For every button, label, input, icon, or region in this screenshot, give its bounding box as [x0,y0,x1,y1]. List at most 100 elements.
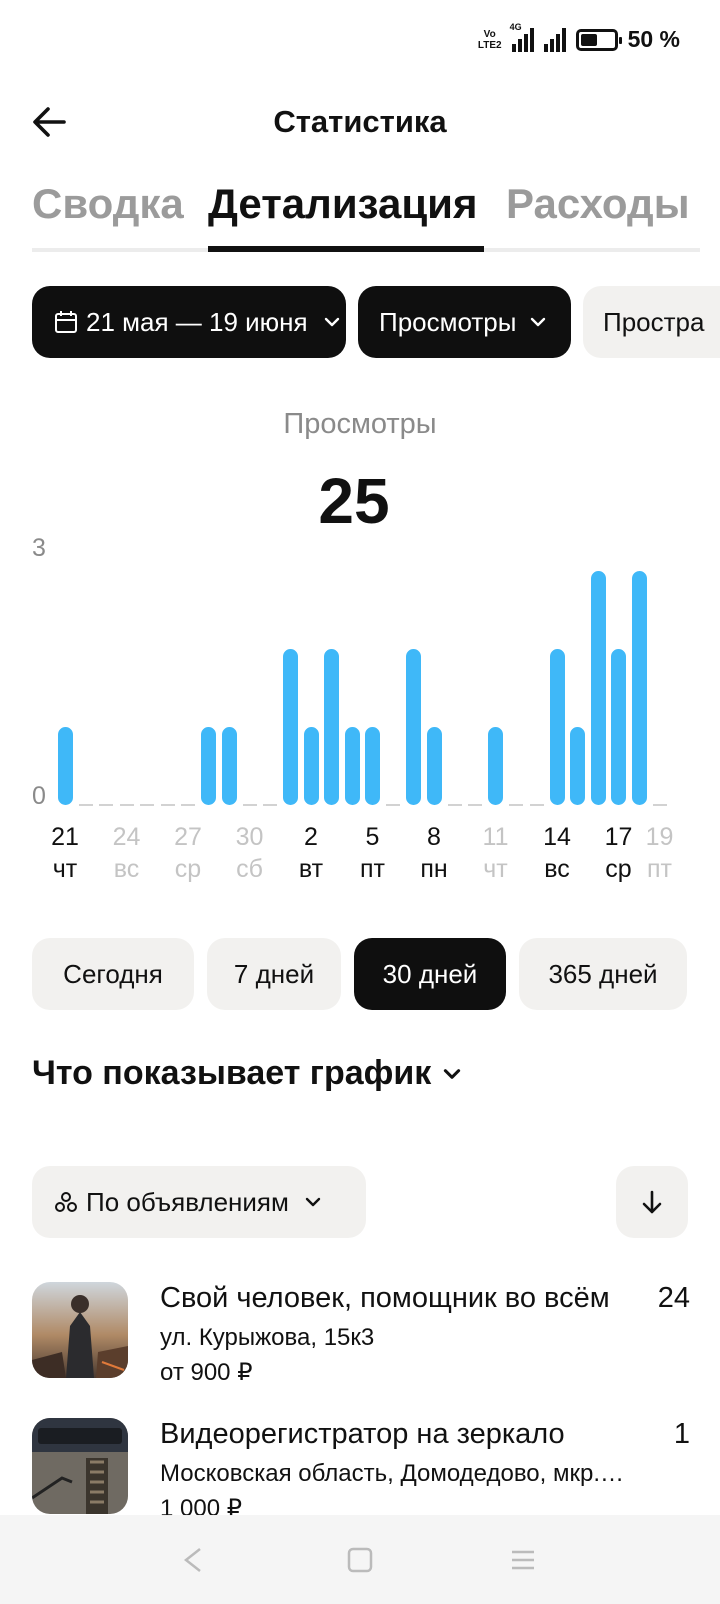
chart-bar[interactable] [488,727,503,805]
signal-4g-icon: 4G [510,22,534,52]
date-range-dropdown[interactable]: 21 мая — 19 июня [32,286,346,358]
x-axis-day: 5 [365,823,380,851]
date-range-label: 21 мая — 19 июня [86,306,308,337]
x-axis-weekday: вс [113,855,140,883]
chart-bar[interactable] [201,727,216,805]
chart-zero-dash [140,804,154,806]
listing-views: 1 [673,1418,690,1450]
chart-zero-dash [99,804,113,806]
listing-price: от 900 ₽ [160,1359,253,1386]
x-axis-weekday: вт [298,855,324,883]
metric-dropdown[interactable]: Просмотры [358,286,571,358]
chart-zero-dash [529,804,544,806]
x-axis-day: 21 [51,823,79,851]
extra-filter-label: Простра [603,306,705,337]
period-30-days-button[interactable]: 30 дней [354,938,506,1010]
nav-menu-icon[interactable] [508,1545,538,1575]
period-365-days-button[interactable]: 365 дней [519,938,687,1010]
chevron-down-icon [324,317,339,327]
x-axis-weekday: вс [544,855,570,883]
listing-photo [32,1418,128,1514]
x-axis-day: 8 [427,823,441,851]
chart-bar[interactable] [590,571,606,805]
x-axis-weekday: чт [52,855,78,883]
extra-filter-chip[interactable]: Простра [583,286,720,358]
battery-percent: 50 % [627,26,680,52]
listing-title: Свой человек, помощник во всём [160,1282,610,1314]
x-axis-label: 14 вс [532,821,582,885]
chart-bar[interactable] [303,727,319,805]
chart-bar[interactable] [570,727,585,805]
x-axis-label: 30 сб [225,821,275,885]
listing-item[interactable]: Свой человек, помощник во всём ул. Курыж… [32,1282,692,1386]
nav-home-icon[interactable] [345,1545,375,1575]
x-axis-weekday: пт [360,855,385,883]
chart-zero-dash [181,804,195,806]
chart-zero-dash [119,804,134,806]
chart-zero-dash [242,804,257,806]
chart-zero-dash [509,804,523,806]
status-bar: Vo LTE2 4G 50 % [0,0,720,84]
period-7-days-button[interactable]: 7 дней [207,938,341,1010]
metric-total: 25 [318,465,390,537]
chart-bar[interactable] [631,571,647,805]
chart-bar[interactable] [283,649,298,805]
volte-icon: Vo LTE2 [478,29,502,51]
x-axis-label: 19 пт [635,821,685,885]
x-axis-weekday: ср [174,855,202,883]
x-axis-label: 24 вс [102,821,152,885]
x-axis-label: 8 пн [409,821,459,885]
tab-summary[interactable]: Сводка [32,180,184,228]
listing-item[interactable]: Видеорегистратор на зеркало Московская о… [32,1418,692,1522]
chart-bar[interactable] [406,649,421,805]
x-axis-label: 5 пт [348,821,398,885]
chevron-down-icon [444,1068,461,1079]
arrow-down-icon [642,1190,662,1214]
clusters-icon [55,1192,77,1212]
chart-zero-dash [78,804,93,806]
listing-address: ул. Курыжова, 15к3 [160,1324,375,1351]
chart-bar[interactable] [344,727,360,805]
chart-explanation-label: Что показывает график [32,1054,432,1092]
tab-bar: Сводка Детализация Расходы [32,176,700,252]
chart-bar[interactable] [426,727,442,805]
chart-bar[interactable] [221,727,237,805]
chart-explanation-toggle[interactable]: Что показывает график [32,1054,463,1093]
x-axis-weekday: пт [647,855,672,883]
tab-details[interactable]: Детализация [208,180,478,228]
battery-icon [575,28,622,51]
calendar-icon [55,311,77,333]
listing-address: Московская область, Домодедово, мкр. Зап… [160,1460,630,1487]
metric-dropdown-label: Просмотры [379,306,517,337]
nav-back-icon[interactable] [178,1545,208,1575]
filter-chips: 21 мая — 19 июня Просмотры Простра [32,286,720,358]
sort-button[interactable] [616,1166,688,1238]
y-tick-max: 3 [32,534,46,562]
status-indicators: Vo LTE2 4G 50 % [478,22,680,53]
chart-zero-dash [263,804,277,806]
active-tab-indicator [208,246,484,252]
x-axis-weekday: сб [236,855,263,883]
chart-zero-dash [652,804,667,806]
volte-line-1: Vo [483,28,496,40]
x-axis-day: 11 [482,823,509,851]
metric-title: Просмотры [283,408,437,440]
period-selector: Сегодня 7 дней 30 дней 365 дней [32,938,702,1010]
chevron-down-icon [305,1197,321,1207]
chart-bar[interactable] [549,649,565,805]
grouping-dropdown[interactable]: По объявлениям [32,1166,366,1238]
signal-icon [543,27,566,52]
chart-bar[interactable] [365,727,380,805]
x-axis-day: 14 [543,823,571,851]
chart-bar[interactable] [57,727,73,805]
chart-bar[interactable] [611,649,626,805]
period-today-button[interactable]: Сегодня [32,938,194,1010]
page-title: Статистика [273,104,447,139]
volte-line-2: LTE2 [477,39,502,51]
chart-zero-dash [447,804,462,806]
x-axis-day: 19 [645,823,674,851]
chart-zero-dash [160,804,175,806]
grouping-label: По объявлениям [86,1186,289,1217]
chart-bar[interactable] [324,649,339,805]
tab-expenses[interactable]: Расходы [506,180,690,228]
